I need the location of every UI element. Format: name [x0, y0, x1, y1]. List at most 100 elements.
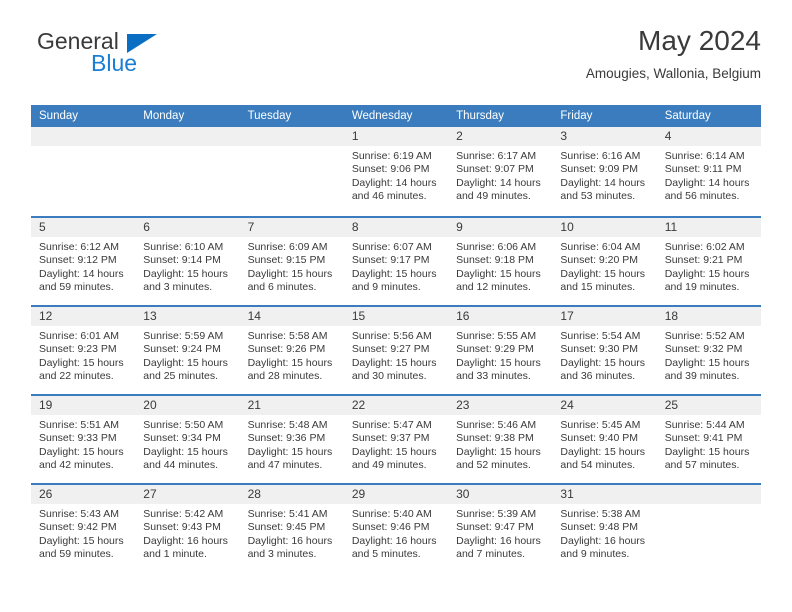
daylight-text: Daylight: 15 hours — [456, 356, 541, 369]
day-number-band: 29 — [343, 485, 449, 504]
calendar-day-cell[interactable]: 3 Sunrise: 6:16 AM Sunset: 9:09 PM Daylight… — [552, 127, 657, 216]
sunset-text: Sunset: 9:36 PM — [247, 432, 326, 445]
day-number: 22 — [351, 398, 366, 412]
day-details: Sunrise: 5:56 AM Sunset: 9:27 PM Daylight:… — [344, 326, 448, 384]
daylight-text: Daylight: 15 hours — [664, 267, 750, 280]
day-number-band — [135, 127, 240, 146]
calendar-day-cell[interactable]: 20 Sunrise: 5:50 AM Sunset: 9:34 PM Dayligh… — [135, 396, 240, 483]
daylight-text-cont: and 42 minutes. — [39, 459, 114, 472]
calendar-day-cell[interactable]: 19 Sunrise: 5:51 AM Sunset: 9:33 PM Dayligh… — [31, 396, 136, 483]
calendar-day-cell[interactable]: 31 Sunrise: 5:38 AM Sunset: 9:48 PM Dayligh… — [552, 485, 657, 572]
calendar-day-cell-empty — [239, 127, 344, 216]
sunset-text: Sunset: 9:40 PM — [560, 432, 639, 445]
day-number-band: 23 — [448, 396, 553, 415]
calendar-day-cell[interactable]: 7 Sunrise: 6:09 AM Sunset: 9:15 PM Daylight… — [239, 218, 344, 305]
day-details: Sunrise: 5:39 AM Sunset: 9:47 PM Daylight:… — [448, 504, 552, 562]
day-details: Sunrise: 6:14 AM Sunset: 9:11 PM Daylight:… — [657, 146, 761, 204]
daylight-text-cont: and 46 minutes. — [351, 190, 427, 203]
daylight-text-cont: and 39 minutes. — [664, 370, 740, 383]
sunset-text: Sunset: 9:18 PM — [456, 254, 534, 267]
day-number-band: 17 — [552, 307, 657, 326]
general-blue-logo[interactable]: General Blue — [31, 28, 251, 88]
sunset-text: Sunset: 9:27 PM — [351, 343, 430, 356]
sunrise-text: Sunrise: 6:06 AM — [456, 241, 537, 253]
daylight-text: Daylight: 14 hours — [39, 267, 124, 280]
sunset-text: Sunset: 9:30 PM — [560, 343, 639, 356]
day-number-band: 26 — [31, 485, 136, 504]
sunset-text: Sunset: 9:15 PM — [247, 254, 326, 267]
daylight-text: Daylight: 15 hours — [247, 356, 333, 369]
calendar-day-cell[interactable]: 9 Sunrise: 6:06 AM Sunset: 9:18 PM Daylight… — [448, 218, 553, 305]
daylight-text-cont: and 53 minutes. — [560, 190, 636, 203]
sunrise-text: Sunrise: 6:09 AM — [247, 241, 328, 253]
calendar-grid: Sunday Monday Tuesday Wednesday Thursday Frid… — [31, 105, 761, 572]
calendar-day-cell[interactable]: 1 Sunrise: 6:19 AM Sunset: 9:06 PM Daylight… — [343, 127, 449, 216]
calendar-day-cell[interactable]: 4 Sunrise: 6:14 AM Sunset: 9:11 PM Daylight… — [656, 127, 761, 216]
day-number-band — [239, 127, 344, 146]
day-number-band: 1 — [343, 127, 449, 146]
day-number-band: 28 — [239, 485, 344, 504]
day-details: Sunrise: 6:04 AM Sunset: 9:20 PM Daylight:… — [552, 237, 656, 295]
daylight-text: Daylight: 16 hours — [351, 534, 437, 547]
daylight-text: Daylight: 15 hours — [39, 445, 124, 458]
calendar-day-cell-empty — [135, 127, 240, 216]
calendar-day-cell[interactable]: 14 Sunrise: 5:58 AM Sunset: 9:26 PM Dayligh… — [239, 307, 344, 394]
day-details — [135, 146, 239, 150]
calendar-day-cell[interactable]: 16 Sunrise: 5:55 AM Sunset: 9:29 PM Dayligh… — [448, 307, 553, 394]
sunrise-text: Sunrise: 6:01 AM — [39, 330, 119, 342]
calendar-day-cell[interactable]: 6 Sunrise: 6:10 AM Sunset: 9:14 PM Daylight… — [135, 218, 240, 305]
day-details: Sunrise: 6:06 AM Sunset: 9:18 PM Daylight:… — [448, 237, 552, 295]
calendar-day-cell[interactable]: 30 Sunrise: 5:39 AM Sunset: 9:47 PM Dayligh… — [448, 485, 553, 572]
title-block: May 2024 Amougies, Wallonia, Belgium — [586, 24, 761, 84]
day-number: 26 — [39, 487, 53, 501]
daylight-text-cont: and 30 minutes. — [351, 370, 427, 383]
calendar-day-cell[interactable]: 23 Sunrise: 5:46 AM Sunset: 9:38 PM Dayligh… — [448, 396, 553, 483]
day-number-band: 22 — [343, 396, 449, 415]
daylight-text: Daylight: 14 hours — [351, 176, 437, 189]
sunset-text: Sunset: 9:47 PM — [456, 521, 534, 534]
daylight-text: Daylight: 15 hours — [560, 445, 646, 458]
calendar-day-cell[interactable]: 8 Sunrise: 6:07 AM Sunset: 9:17 PM Daylight… — [343, 218, 449, 305]
calendar-day-cell[interactable]: 18 Sunrise: 5:52 AM Sunset: 9:32 PM Dayligh… — [656, 307, 761, 394]
calendar-day-cell[interactable]: 5 Sunrise: 6:12 AM Sunset: 9:12 PM Daylight… — [31, 218, 136, 305]
calendar-day-cell[interactable]: 22 Sunrise: 5:47 AM Sunset: 9:37 PM Dayligh… — [343, 396, 449, 483]
sunrise-text: Sunrise: 5:58 AM — [247, 330, 328, 342]
day-number: 15 — [351, 309, 366, 323]
sunrise-text: Sunrise: 6:10 AM — [143, 241, 224, 253]
calendar-day-cell[interactable]: 13 Sunrise: 5:59 AM Sunset: 9:24 PM Dayligh… — [135, 307, 240, 394]
calendar-day-cell[interactable]: 29 Sunrise: 5:40 AM Sunset: 9:46 PM Dayligh… — [343, 485, 449, 572]
daylight-text-cont: and 33 minutes. — [456, 370, 531, 383]
calendar-day-cell[interactable]: 2 Sunrise: 6:17 AM Sunset: 9:07 PM Daylight… — [448, 127, 553, 216]
calendar-day-cell[interactable]: 15 Sunrise: 5:56 AM Sunset: 9:27 PM Dayligh… — [343, 307, 449, 394]
calendar-day-cell[interactable]: 12 Sunrise: 6:01 AM Sunset: 9:23 PM Dayligh… — [31, 307, 136, 394]
calendar-day-cell[interactable]: 28 Sunrise: 5:41 AM Sunset: 9:45 PM Dayligh… — [239, 485, 344, 572]
calendar-day-cell[interactable]: 17 Sunrise: 5:54 AM Sunset: 9:30 PM Dayligh… — [552, 307, 657, 394]
day-number-band: 12 — [31, 307, 136, 326]
calendar-day-cell[interactable]: 25 Sunrise: 5:44 AM Sunset: 9:41 PM Dayligh… — [656, 396, 761, 483]
daylight-text: Daylight: 15 hours — [143, 267, 228, 280]
calendar-day-cell[interactable]: 21 Sunrise: 5:48 AM Sunset: 9:36 PM Dayligh… — [239, 396, 344, 483]
day-details: Sunrise: 5:42 AM Sunset: 9:43 PM Daylight:… — [135, 504, 239, 562]
sunset-text: Sunset: 9:42 PM — [39, 521, 117, 534]
calendar-day-cell[interactable]: 24 Sunrise: 5:45 AM Sunset: 9:40 PM Dayligh… — [552, 396, 657, 483]
day-number: 4 — [664, 129, 672, 143]
daylight-text-cont: and 3 minutes. — [143, 281, 213, 294]
day-details: Sunrise: 6:17 AM Sunset: 9:07 PM Daylight:… — [448, 146, 552, 204]
daylight-text-cont: and 6 minutes. — [247, 281, 317, 294]
sunrise-text: Sunrise: 5:45 AM — [560, 419, 641, 431]
calendar-day-cell[interactable]: 27 Sunrise: 5:42 AM Sunset: 9:43 PM Dayligh… — [135, 485, 240, 572]
sunset-text: Sunset: 9:24 PM — [143, 343, 221, 356]
sunset-text: Sunset: 9:26 PM — [247, 343, 326, 356]
sunrise-text: Sunrise: 5:48 AM — [247, 419, 328, 431]
calendar-day-cell[interactable]: 10 Sunrise: 6:04 AM Sunset: 9:20 PM Dayligh… — [552, 218, 657, 305]
daylight-text: Daylight: 15 hours — [456, 267, 541, 280]
calendar-day-cell[interactable]: 11 Sunrise: 6:02 AM Sunset: 9:21 PM Dayligh… — [656, 218, 761, 305]
daylight-text: Daylight: 15 hours — [664, 356, 750, 369]
sunrise-text: Sunrise: 6:14 AM — [664, 150, 745, 162]
sunset-text: Sunset: 9:34 PM — [143, 432, 221, 445]
calendar-week-row: 26 Sunrise: 5:43 AM Sunset: 9:42 PM Dayligh… — [31, 483, 761, 572]
daylight-text: Daylight: 14 hours — [664, 176, 750, 189]
sunrise-text: Sunrise: 6:16 AM — [560, 150, 641, 162]
calendar-day-cell[interactable]: 26 Sunrise: 5:43 AM Sunset: 9:42 PM Dayligh… — [31, 485, 136, 572]
day-number-band: 21 — [239, 396, 344, 415]
